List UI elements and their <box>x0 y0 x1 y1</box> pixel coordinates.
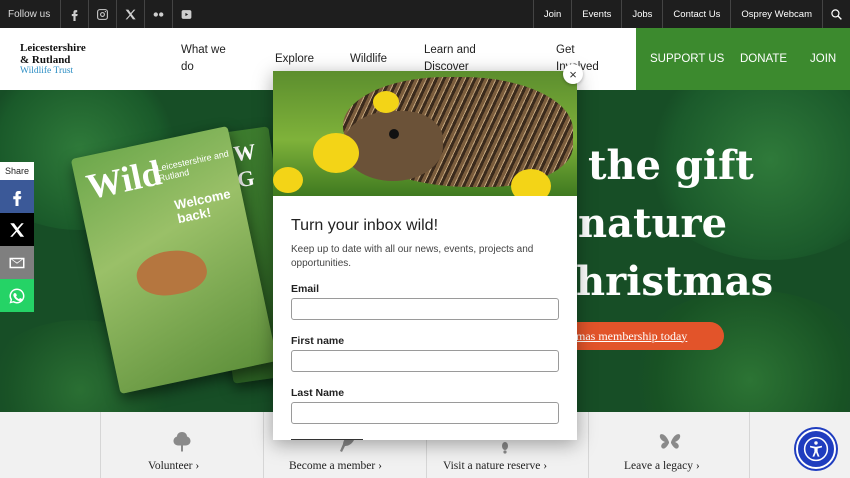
nav-explore[interactable]: Explore <box>275 51 314 68</box>
logo-text-line3: Wildlife Trust <box>20 66 74 76</box>
last-name-label: Last Name <box>291 387 345 399</box>
butterfly-icon <box>659 434 681 449</box>
top-link-join[interactable]: Join <box>532 0 571 28</box>
follow-us-label: Follow us <box>8 8 51 20</box>
facebook-icon[interactable] <box>60 0 88 28</box>
magazine-headline: Welcome back! <box>173 186 232 227</box>
share-whatsapp-button[interactable] <box>0 279 34 312</box>
donate-button[interactable]: DONATE <box>726 28 808 90</box>
nav-what-we-do[interactable]: What we do <box>181 42 241 76</box>
modal-title: Turn your inbox wild! <box>291 217 439 234</box>
top-utility-bar: Follow us Join Events Jobs Contact Us Os… <box>0 0 850 28</box>
hedgehog-photo <box>273 71 577 196</box>
email-field[interactable] <box>291 298 559 320</box>
tile-leave-legacy[interactable]: Leave a legacy › <box>588 412 750 478</box>
dandelion-flower <box>373 91 399 113</box>
tile-leave-legacy-label: Leave a legacy › <box>624 460 700 472</box>
logo-text-line1: Leicestershire <box>20 42 86 54</box>
share-email-button[interactable] <box>0 246 34 279</box>
hedgehog-eye <box>389 129 399 139</box>
support-us-button[interactable]: SUPPORT US <box>636 28 726 90</box>
share-facebook-button[interactable] <box>0 180 34 213</box>
accessibility-button[interactable] <box>796 429 836 469</box>
join-button[interactable]: JOIN <box>808 28 836 90</box>
tile-visit-reserve-label: Visit a nature reserve › <box>443 460 548 472</box>
dormouse-image <box>132 243 211 302</box>
top-link-contact[interactable]: Contact Us <box>662 0 730 28</box>
accessibility-icon <box>803 436 829 462</box>
last-name-field[interactable] <box>291 402 559 424</box>
magazine-subtitle: Leicestershire and Rutland <box>155 148 230 184</box>
tile-become-member-label: Become a member › <box>289 460 382 472</box>
hero-headline-line2: nature <box>578 200 728 247</box>
top-link-events[interactable]: Events <box>571 0 621 28</box>
tree-icon <box>173 432 191 452</box>
flickr-icon[interactable] <box>144 0 172 28</box>
nav-wildlife[interactable]: Wildlife <box>350 51 387 68</box>
newsletter-modal: Turn your inbox wild! Keep up to date wi… <box>273 71 577 440</box>
dandelion-flower <box>511 169 551 196</box>
modal-section-divider <box>291 439 363 440</box>
tile-volunteer[interactable]: Volunteer › <box>100 412 263 478</box>
top-link-jobs[interactable]: Jobs <box>621 0 662 28</box>
hero-headline-line3: hristmas <box>576 258 774 305</box>
first-name-field[interactable] <box>291 350 559 372</box>
header-cta-group: SUPPORT US DONATE JOIN <box>636 28 850 90</box>
share-x-button[interactable] <box>0 213 34 246</box>
hedgehog-face <box>343 111 443 181</box>
whatsapp-icon <box>9 288 25 303</box>
tile-volunteer-label: Volunteer › <box>148 460 200 472</box>
email-label: Email <box>291 283 320 295</box>
gift-membership-button[interactable]: mas membership today <box>564 322 724 350</box>
magazine-title: Wild <box>82 152 165 208</box>
site-logo[interactable]: Leicestershire & Rutland Wildlife Trust <box>0 39 175 79</box>
top-links: Join Events Jobs Contact Us Osprey Webca… <box>532 0 850 28</box>
facebook-icon <box>13 190 22 206</box>
share-label: Share <box>0 162 34 180</box>
top-link-osprey-webcam[interactable]: Osprey Webcam <box>730 0 822 28</box>
search-button[interactable] <box>822 0 850 28</box>
email-icon <box>9 257 25 268</box>
hero-headline-line1: the gift <box>588 142 754 189</box>
dandelion-flower <box>273 167 303 193</box>
first-name-label: First name <box>291 335 345 347</box>
modal-close-button[interactable]: × <box>563 64 583 84</box>
x-icon <box>10 222 25 237</box>
x-icon[interactable] <box>116 0 144 28</box>
logo-text-line2: & Rutland <box>20 54 71 66</box>
dandelion-flower <box>313 133 359 173</box>
instagram-icon[interactable] <box>88 0 116 28</box>
search-icon <box>831 8 842 20</box>
modal-description: Keep up to date with all our news, event… <box>291 244 534 269</box>
youtube-icon[interactable] <box>172 0 200 28</box>
